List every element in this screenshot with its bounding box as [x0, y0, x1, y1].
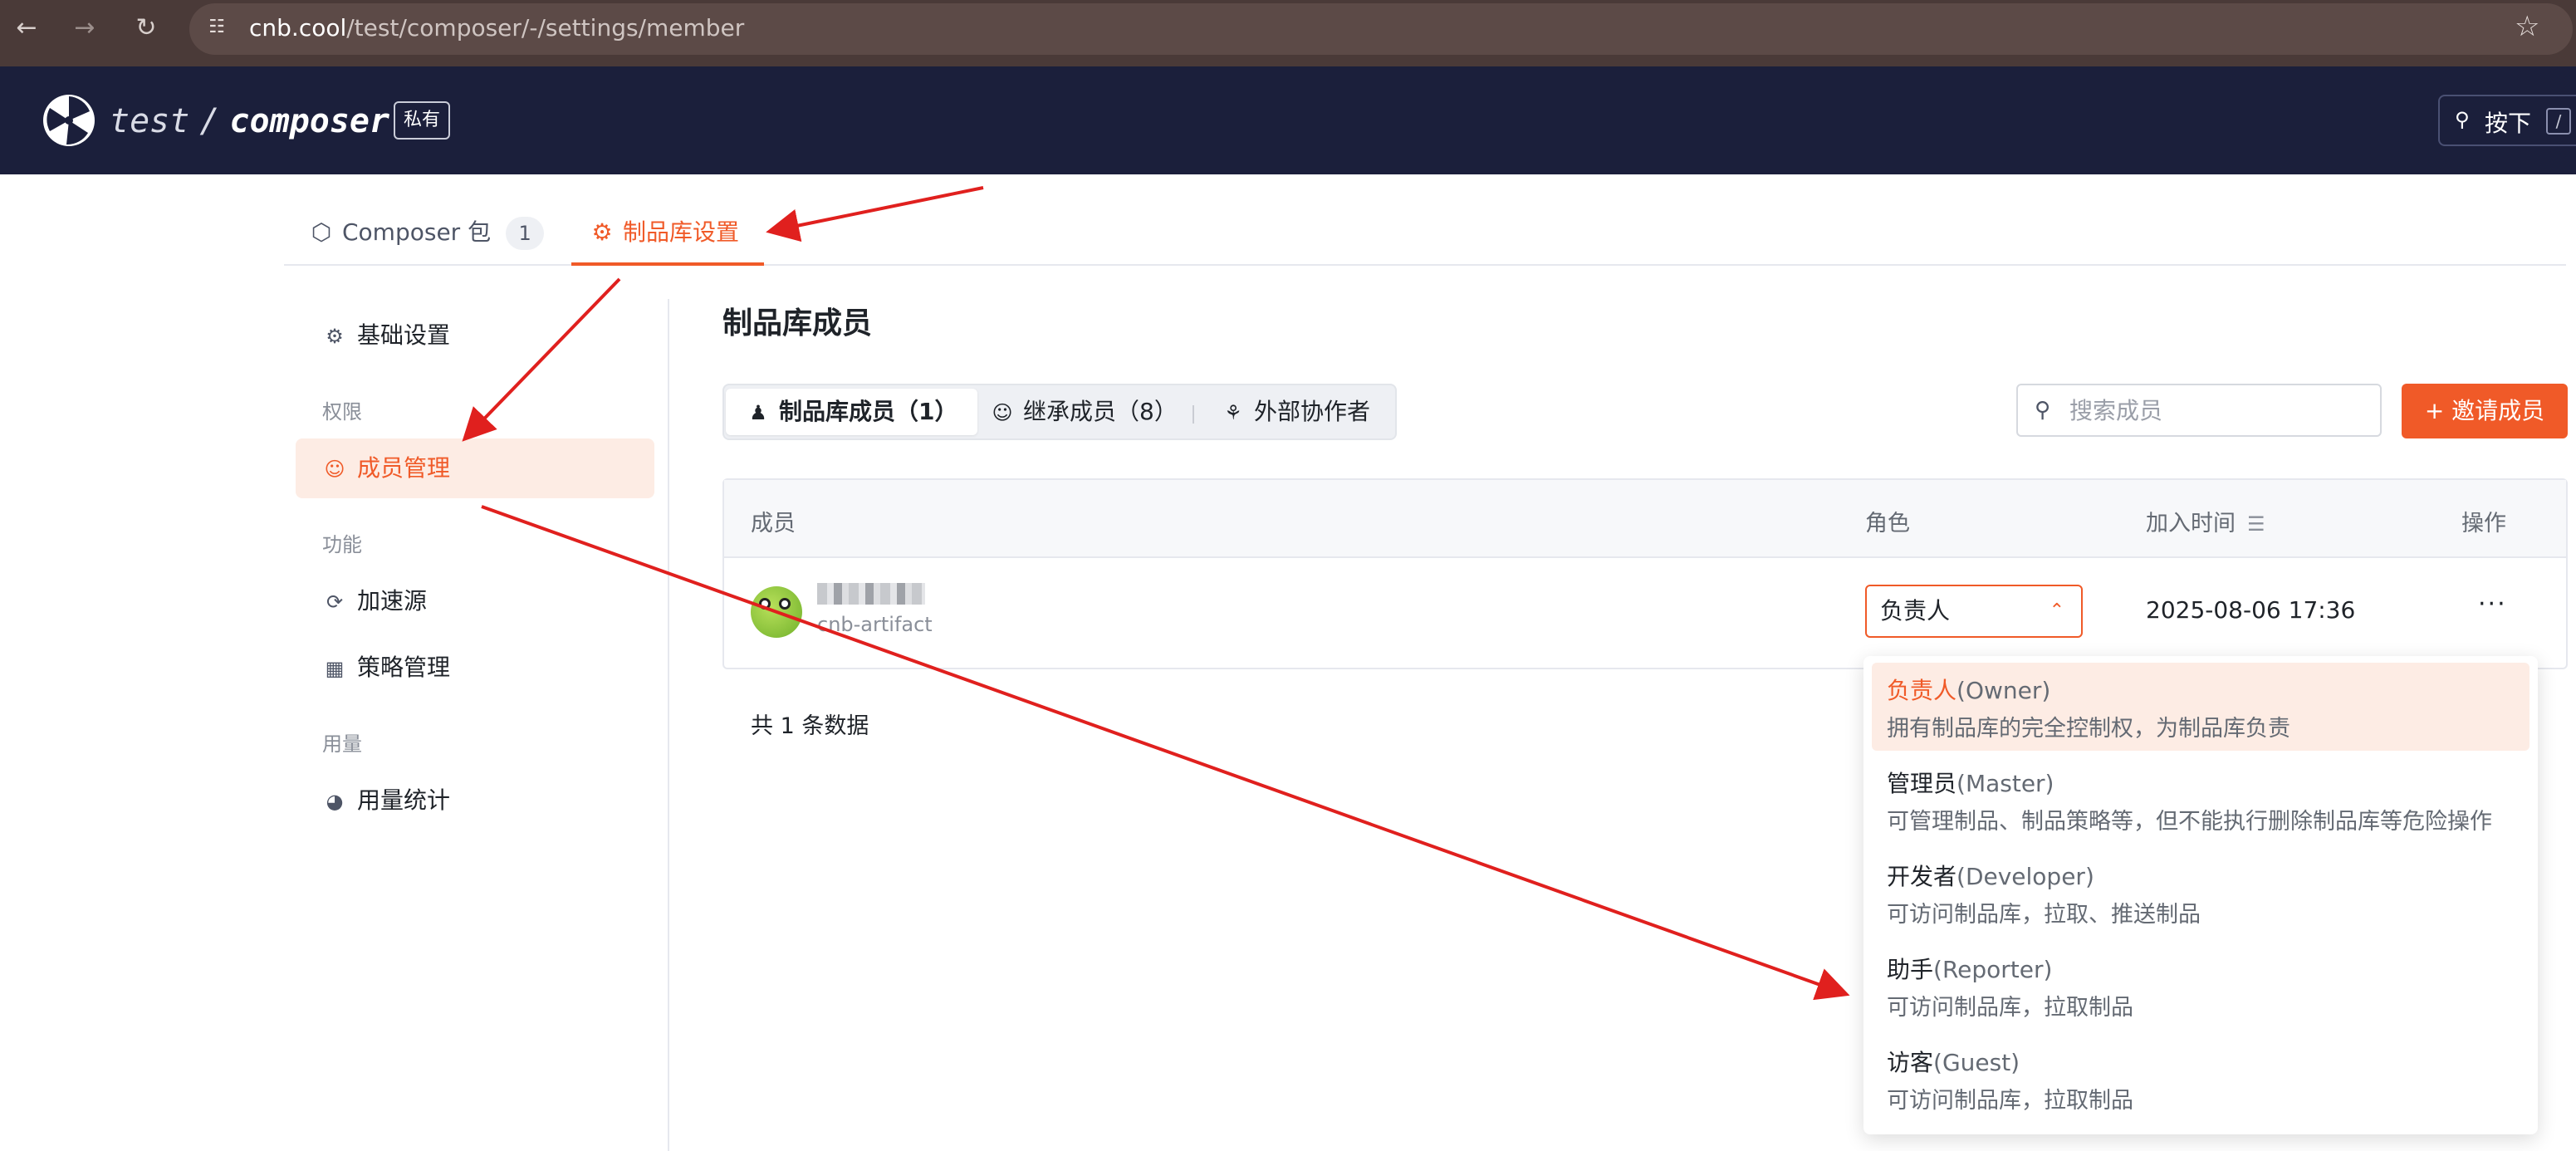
sidebar-item-usage-stats[interactable]: ◕ 用量统计 [296, 771, 654, 830]
gauge-icon: ◕ [326, 790, 344, 813]
sidebar-group-permissions: 权限 [322, 400, 362, 424]
search-shortcut-key: / [2546, 108, 2571, 135]
search-hint-label: 按下 [2485, 110, 2532, 137]
member-display-name-blurred [817, 583, 925, 605]
sidebar-item-member-management[interactable]: ☺ 成员管理 [296, 438, 654, 498]
sidebar-item-label: 加速源 [357, 587, 428, 615]
tab-count-badge: 1 [506, 217, 545, 250]
user-icon: ♟ [749, 401, 767, 424]
role-name-en: (Master) [1956, 770, 2054, 797]
settings-icon: ⚙ [326, 325, 344, 348]
sidebar-item-label: 策略管理 [357, 654, 451, 681]
global-search-button[interactable]: ⚲ 按下 / [2438, 95, 2576, 146]
reload-icon[interactable]: ↻ [130, 12, 163, 45]
segment-label: 外部协作者 [1254, 398, 1371, 425]
role-description: 可管理制品、制品策略等，但不能执行删除制品库等危险操作 [1887, 809, 2492, 835]
role-name-en: (Guest) [1933, 1049, 2020, 1076]
users-icon: ☺ [324, 458, 345, 481]
collaborator-icon: ⚘ [1224, 401, 1242, 424]
role-name-en: (Developer) [1956, 863, 2094, 890]
more-actions-button[interactable]: ··· [2478, 590, 2507, 619]
members-table: 成员 角色 加入时间 ☰ 操作 cnb-artifact 负责人 ⌃ 2025-0… [722, 478, 2568, 669]
chevron-up-icon: ⌃ [2049, 600, 2064, 621]
visibility-badge: 私有 [394, 101, 451, 140]
tab-label: Composer 包 [342, 218, 492, 246]
role-option-owner[interactable]: 负责人(Owner) 拥有制品库的完全控制权，为制品库负责 [1872, 663, 2529, 751]
segment-label: 继承成员（8） [1023, 398, 1178, 425]
page-title: 制品库成员 [722, 306, 873, 340]
column-header-joined[interactable]: 加入时间 ☰ [2146, 505, 2265, 537]
grid-icon: ▦ [325, 657, 345, 680]
role-dropdown-menu: 负责人(Owner) 拥有制品库的完全控制权，为制品库负责 管理员(Master… [1863, 656, 2538, 1134]
role-name: 负责人 [1887, 677, 1957, 704]
url-host: cnb.cool [249, 14, 347, 42]
role-option-developer[interactable]: 开发者(Developer) 可访问制品库，拉取、推送制品 [1872, 849, 2529, 937]
sort-icon[interactable]: ☰ [2247, 512, 2265, 536]
role-description: 拥有制品库的完全控制权，为制品库负责 [1887, 716, 2290, 742]
member-username: cnb-artifact [817, 613, 933, 636]
member-search-input[interactable] [2069, 394, 2368, 427]
role-name-en: (Owner) [1956, 677, 2051, 704]
role-name-en: (Reporter) [1933, 956, 2053, 983]
sidebar-item-policy[interactable]: ▦ 策略管理 [296, 638, 654, 698]
repo-name-link[interactable]: composer [229, 102, 389, 140]
sidebar-item-basic-settings[interactable]: ⚙ 基础设置 [296, 306, 654, 365]
sidebar-divider [668, 299, 669, 1151]
member-type-segmented-control: ♟ 制品库成员（1） ☺ 继承成员（8） ⚘ 外部协作者 [722, 384, 1397, 440]
role-description: 可访问制品库，拉取制品 [1887, 995, 2133, 1021]
role-description: 可访问制品库，拉取、推送制品 [1887, 902, 2201, 928]
segment-repo-members[interactable]: ♟ 制品库成员（1） [726, 389, 978, 435]
avatar [751, 586, 802, 638]
role-name: 开发者 [1887, 863, 1957, 890]
column-header-actions: 操作 [2461, 511, 2506, 536]
tab-label: 制品库设置 [623, 218, 740, 246]
column-header-member: 成员 [751, 511, 796, 536]
role-description: 可访问制品库，拉取制品 [1887, 1088, 2133, 1114]
role-select-value: 负责人 [1880, 597, 1951, 624]
tab-composer-packages[interactable]: ⬡ Composer 包 1 [309, 208, 545, 264]
search-icon: ⚲ [2035, 398, 2051, 423]
search-icon: ⚲ [2455, 108, 2470, 131]
invite-member-button[interactable]: + 邀请成员 [2402, 384, 2568, 438]
forward-icon[interactable]: → [68, 12, 101, 45]
table-row: cnb-artifact 负责人 ⌃ 2025-08-06 17:36 ··· [724, 558, 2566, 669]
sidebar-item-label: 基础设置 [357, 321, 451, 349]
role-name: 助手 [1887, 956, 1934, 983]
role-name: 访客 [1887, 1049, 1934, 1076]
total-count: 共 1 条数据 [751, 713, 869, 739]
role-option-guest[interactable]: 访客(Guest) 可访问制品库，拉取制品 [1872, 1035, 2529, 1123]
settings-icon: ⚙ [591, 218, 613, 246]
role-option-reporter[interactable]: 助手(Reporter) 可访问制品库，拉取制品 [1872, 942, 2529, 1030]
sidebar-item-accelerator[interactable]: ⟳ 加速源 [296, 571, 654, 631]
url-path: /test/composer/-/settings/member [346, 14, 745, 42]
segment-inherited-members[interactable]: ☺ 继承成员（8） [970, 389, 1197, 435]
role-name: 管理员 [1887, 770, 1957, 797]
repo-breadcrumb: test / composer [110, 102, 390, 140]
site-info-icon[interactable]: ☷ [204, 15, 229, 40]
column-header-role: 角色 [1865, 511, 1910, 536]
sidebar-item-label: 用量统计 [357, 786, 451, 814]
column-header-label: 加入时间 [2146, 511, 2236, 536]
member-search-box[interactable]: ⚲ [2016, 384, 2382, 437]
back-icon[interactable]: ← [10, 12, 43, 45]
segment-label: 制品库成员（1） [779, 398, 958, 425]
table-header: 成员 角色 加入时间 ☰ 操作 [724, 480, 2566, 558]
tab-artifact-settings[interactable]: ⚙ 制品库设置 [571, 208, 765, 266]
repo-owner-link[interactable]: test [110, 102, 189, 140]
role-option-master[interactable]: 管理员(Master) 可管理制品、制品策略等，但不能执行删除制品库等危险操作 [1872, 756, 2529, 844]
cnb-logo-icon[interactable] [42, 93, 96, 148]
users-icon: ☺ [992, 401, 1013, 424]
package-icon: ⬡ [311, 218, 332, 246]
sidebar-group-features: 功能 [322, 533, 362, 556]
sidebar-group-usage: 用量 [322, 732, 362, 756]
role-select[interactable]: 负责人 ⌃ [1865, 585, 2083, 638]
bookmark-star-icon[interactable]: ☆ [2515, 10, 2539, 43]
segment-external-collaborators[interactable]: ⚘ 外部协作者 [1201, 389, 1390, 435]
segment-separator [1193, 405, 1194, 424]
accelerator-icon: ⟳ [326, 590, 344, 614]
sidebar-item-label: 成员管理 [357, 454, 451, 482]
join-time: 2025-08-06 17:36 [2146, 596, 2356, 624]
url-text[interactable]: cnb.cool/test/composer/-/settings/member [249, 12, 744, 45]
annotation-arrow-to-settings-tab [766, 186, 984, 242]
